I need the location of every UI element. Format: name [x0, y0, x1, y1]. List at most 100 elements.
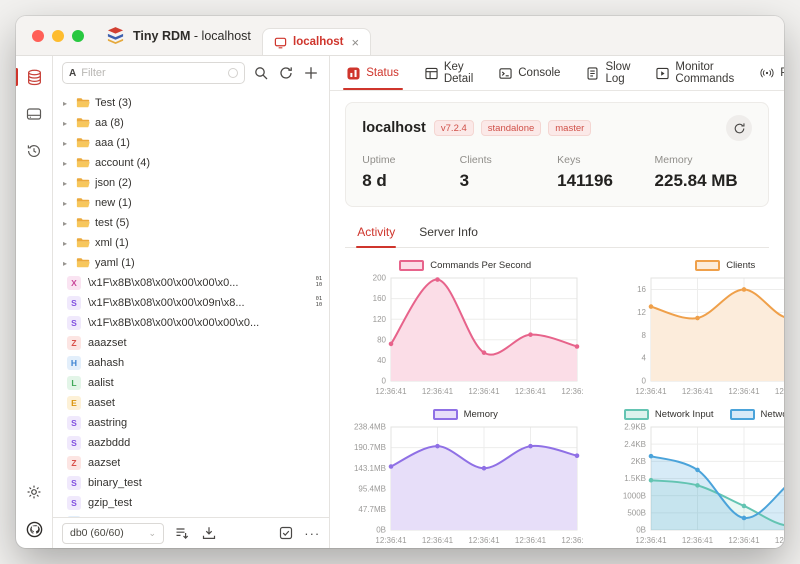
nav-tab[interactable]: Slow Log — [573, 56, 643, 90]
nav-tab-label: Key Detail — [443, 61, 474, 85]
zoom-window-button[interactable] — [72, 29, 84, 42]
legend-label: Network Output — [760, 408, 784, 420]
filter-input[interactable] — [81, 67, 224, 79]
legend-item[interactable]: Memory — [432, 408, 498, 420]
tree-key[interactable]: S \x1F\x8B\x08\x00\x00\x00\x00\x0... 011… — [53, 313, 329, 333]
close-tab-icon[interactable]: × — [351, 35, 359, 50]
tree-key[interactable]: H aahash 0110 — [53, 353, 329, 373]
nav-tab[interactable]: Status — [334, 56, 412, 90]
titlebar: Tiny RDM - localhost localhost × — [16, 16, 784, 56]
add-key-button[interactable] — [302, 64, 320, 82]
filter-input-box[interactable]: A — [62, 62, 246, 84]
nav-tab[interactable]: Key Detail — [412, 56, 486, 90]
chevron-right-icon[interactable]: ▸ — [63, 199, 71, 208]
chevron-right-icon[interactable]: ▸ — [63, 179, 71, 188]
chevron-right-icon[interactable]: ▸ — [63, 159, 71, 168]
legend-item[interactable]: Network Input — [623, 408, 714, 420]
key-tree: ▸ Test (3) ▸ aa (8) ▸ aaa (1) ▸ account … — [53, 90, 329, 517]
nav-tab[interactable]: Pub/Sub — [747, 56, 784, 90]
tree-key[interactable]: Z aaazset 0110 — [53, 333, 329, 353]
svg-text:120: 120 — [373, 315, 387, 324]
tree-folder[interactable]: ▸ Test (3) — [53, 93, 329, 113]
nav-tab[interactable]: Monitor Commands — [643, 56, 747, 90]
folder-icon — [76, 217, 90, 229]
svg-text:12:36:41: 12:36:41 — [562, 387, 584, 396]
server-stats: Uptime 8 d Clients 3 Keys 141196 Memory … — [362, 154, 752, 191]
chevron-right-icon[interactable]: ▸ — [63, 239, 71, 248]
reload-keys-button[interactable] — [277, 64, 295, 82]
filter-mode-icon[interactable] — [228, 68, 239, 78]
tree-folder[interactable]: ▸ aaa (1) — [53, 133, 329, 153]
tree-key[interactable]: L aalist 0110 — [53, 373, 329, 393]
rail-server-button[interactable] — [23, 103, 45, 125]
more-actions-button[interactable]: ··· — [304, 526, 320, 541]
activity-tab-label: Activity — [357, 225, 396, 239]
tree-folder[interactable]: ▸ account (4) — [53, 153, 329, 173]
search-icon — [255, 67, 268, 80]
settings-button[interactable] — [23, 481, 45, 503]
svg-text:12:36:41: 12:36:41 — [682, 536, 714, 545]
legend-label: Memory — [463, 408, 498, 420]
tree-folder[interactable]: ▸ aa (8) — [53, 113, 329, 133]
key-name: aaazset — [88, 337, 127, 349]
tree-key[interactable]: Z aazset 0110 — [53, 453, 329, 473]
folder-icon — [76, 137, 90, 149]
tree-key[interactable]: S aazbddd 0110 — [53, 433, 329, 453]
svg-text:12:36:41: 12:36:41 — [729, 536, 761, 545]
chevron-right-icon[interactable]: ▸ — [63, 99, 71, 108]
legend-label: Network Input — [654, 408, 714, 420]
close-window-button[interactable] — [32, 29, 44, 42]
tree-key[interactable]: S gzip_test 0110 — [53, 493, 329, 513]
chevron-right-icon[interactable]: ▸ — [63, 139, 71, 148]
tree-folder[interactable]: ▸ xml (1) — [53, 233, 329, 253]
chevron-right-icon[interactable]: ▸ — [63, 219, 71, 228]
tree-key[interactable]: S binary_test 0110 — [53, 473, 329, 493]
db-selector-value: db0 (60/60) — [70, 527, 124, 539]
svg-text:95.4MB: 95.4MB — [359, 484, 387, 493]
charts-grid: Commands Per Second 200 160 120 80 40 0 12:36:4… — [345, 248, 784, 548]
tree-folder[interactable]: ▸ json (2) — [53, 173, 329, 193]
nav-tab[interactable]: Console — [486, 56, 573, 90]
chevron-right-icon[interactable]: ▸ — [63, 119, 71, 128]
binary-icon: 01 10 — [315, 276, 323, 288]
svg-text:12:36:41: 12:36:41 — [775, 536, 784, 545]
chevron-right-icon[interactable]: ▸ — [63, 259, 71, 268]
folder-list: ▸ Test (3) ▸ aa (8) ▸ aaa (1) ▸ account … — [53, 93, 329, 273]
window-controls — [16, 29, 84, 42]
main-nav: Status Key Detail Console Slow Log Monit… — [330, 56, 784, 91]
legend-marker-icon — [695, 259, 721, 271]
rail-history-button[interactable] — [23, 140, 45, 162]
search-button[interactable] — [252, 64, 270, 82]
legend-item[interactable]: Network Output — [729, 408, 784, 420]
tree-key[interactable]: S aastring 0110 — [53, 413, 329, 433]
github-button[interactable] — [23, 518, 45, 540]
activity-tab[interactable]: Activity — [345, 216, 407, 248]
svg-text:0: 0 — [642, 377, 647, 386]
refresh-icon — [280, 67, 293, 79]
minimize-window-button[interactable] — [52, 29, 64, 42]
nav-tab-label: Console — [518, 67, 561, 79]
download-icon — [202, 527, 216, 539]
activity-tab[interactable]: Server Info — [407, 216, 490, 247]
legend-item[interactable]: Clients — [695, 259, 755, 271]
tree-key[interactable]: E aaset 0110 — [53, 393, 329, 413]
tab-localhost[interactable]: localhost × — [262, 28, 372, 55]
tree-folder[interactable]: ▸ new (1) — [53, 193, 329, 213]
rail-database-button[interactable] — [16, 66, 45, 88]
checkbox-mode-button[interactable] — [277, 524, 295, 542]
tree-key[interactable]: X \x1F\x8B\x08\x00\x00\x00\x0... 01 10 — [53, 273, 329, 293]
match-case-toggle[interactable]: A — [69, 68, 76, 79]
key-name: aastring — [88, 417, 128, 429]
stat-value: 225.84 MB — [654, 171, 738, 190]
db-selector[interactable]: db0 (60/60) ⌄ — [62, 522, 164, 544]
load-more-button[interactable] — [173, 524, 191, 542]
refresh-status-button[interactable] — [726, 115, 752, 141]
load-all-button[interactable] — [200, 524, 218, 542]
legend-item[interactable]: Commands Per Second — [399, 259, 531, 271]
svg-text:40: 40 — [377, 356, 386, 365]
legend-marker-icon — [399, 259, 425, 271]
tree-folder[interactable]: ▸ yaml (1) — [53, 253, 329, 273]
tree-key[interactable]: S \x1F\x8B\x08\x00\x00\x09n\x8... 01 10 — [53, 293, 329, 313]
svg-text:12:36:41: 12:36:41 — [376, 536, 408, 545]
tree-folder[interactable]: ▸ test (5) — [53, 213, 329, 233]
